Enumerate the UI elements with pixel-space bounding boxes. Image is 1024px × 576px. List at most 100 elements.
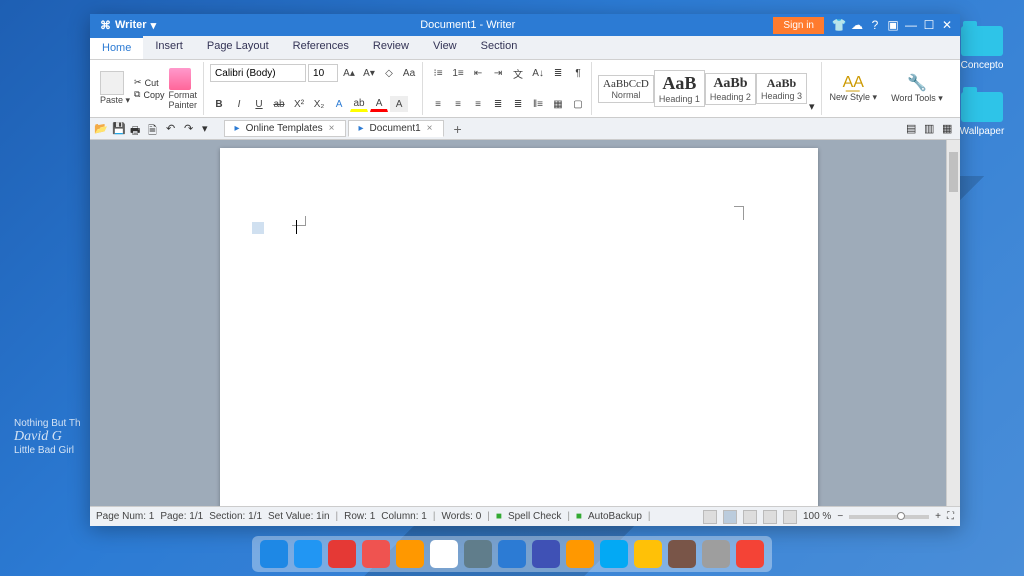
grow-font-icon[interactable]: A▴ [340, 65, 358, 81]
zoom-in-button[interactable]: + [935, 511, 941, 522]
desktop-folder-wallpaper[interactable]: Wallpaper [952, 92, 1012, 137]
cut-button[interactable]: ✂Cut [134, 77, 164, 88]
style-heading-3[interactable]: AaBbHeading 3 [756, 73, 807, 104]
text-effect-icon[interactable]: A [330, 96, 348, 112]
dock-app-4[interactable] [396, 540, 424, 568]
borders-icon[interactable]: ▢ [569, 96, 587, 112]
italic-button[interactable]: I [230, 96, 248, 112]
superscript-button[interactable]: X² [290, 96, 308, 112]
dock-app-10[interactable] [600, 540, 628, 568]
redo-icon[interactable]: ↷ [184, 122, 198, 136]
case-icon[interactable]: Aa [400, 65, 418, 81]
fit-page-icon[interactable]: ⛶ [947, 511, 954, 522]
dock-app-6[interactable] [464, 540, 492, 568]
styles-more-icon[interactable]: ▾ [807, 98, 817, 115]
align-right-icon[interactable]: ≡ [469, 96, 487, 112]
font-color-icon[interactable]: A [370, 96, 388, 112]
dock-app-5[interactable] [430, 540, 458, 568]
ribbon-toggle-icon[interactable]: ▣ [884, 18, 902, 32]
word-tools-button[interactable]: 🔧Word Tools ▾ [885, 62, 949, 115]
dock-app-12[interactable] [668, 540, 696, 568]
status-words[interactable]: Words: 0 [441, 511, 481, 522]
font-family-select[interactable] [210, 64, 306, 82]
numbering-icon[interactable]: 1≡ [449, 65, 467, 81]
dock-app-3[interactable] [362, 540, 390, 568]
document-page[interactable] [220, 148, 818, 506]
underline-button[interactable]: U [250, 96, 268, 112]
nav-pane-icon[interactable]: ▤ [906, 122, 920, 136]
hide-pane-icon[interactable]: ▦ [942, 122, 956, 136]
menu-page-layout[interactable]: Page Layout [195, 36, 281, 59]
undo-icon[interactable]: ↶ [166, 122, 180, 136]
outline-icon[interactable]: ≣ [549, 65, 567, 81]
dock-app-1[interactable] [294, 540, 322, 568]
copy-button[interactable]: ⧉Copy [134, 89, 164, 100]
app-menu[interactable]: ⌘Writer▾ [94, 19, 162, 32]
tshirt-icon[interactable]: 👕 [830, 18, 848, 32]
menu-references[interactable]: References [281, 36, 361, 59]
show-marks-icon[interactable]: ¶ [569, 65, 587, 81]
help-icon[interactable]: ? [866, 18, 884, 32]
vertical-scrollbar[interactable] [946, 140, 960, 506]
highlight-icon[interactable]: ab [350, 96, 368, 112]
justify-icon[interactable]: ≣ [489, 96, 507, 112]
shrink-font-icon[interactable]: A▾ [360, 65, 378, 81]
style-heading-2[interactable]: AaBbHeading 2 [705, 73, 756, 105]
dock-app-0[interactable] [260, 540, 288, 568]
paragraph-handle-icon[interactable] [252, 222, 264, 234]
cloud-icon[interactable]: ☁ [848, 18, 866, 32]
distribute-icon[interactable]: ≣ [509, 96, 527, 112]
shading-para-icon[interactable]: ▦ [549, 96, 567, 112]
style-heading-1[interactable]: AaBHeading 1 [654, 70, 705, 107]
status-autobackup[interactable]: AutoBackup [588, 511, 642, 522]
view-reading-icon[interactable] [763, 510, 777, 524]
status-spellcheck[interactable]: Spell Check [508, 511, 561, 522]
maximize-button[interactable]: ☐ [920, 18, 938, 32]
view-page-icon[interactable] [703, 510, 717, 524]
zoom-slider[interactable] [849, 515, 929, 519]
menu-insert[interactable]: Insert [143, 36, 195, 59]
format-painter-button[interactable]: FormatPainter [167, 67, 200, 111]
dock-app-14[interactable] [736, 540, 764, 568]
text-direction-icon[interactable]: 文 [509, 65, 527, 81]
paste-button[interactable]: Paste ▾ [98, 70, 132, 107]
font-size-select[interactable] [308, 64, 338, 82]
print-preview-icon[interactable]: 🗎 [148, 122, 162, 136]
bold-button[interactable]: B [210, 96, 228, 112]
desktop-folder-concepto[interactable]: Concepto [952, 26, 1012, 71]
view-outline-icon[interactable] [723, 510, 737, 524]
inc-indent-icon[interactable]: ⇥ [489, 65, 507, 81]
dock-app-13[interactable] [702, 540, 730, 568]
strike-button[interactable]: ab [270, 96, 288, 112]
close-button[interactable]: ✕ [938, 18, 956, 32]
task-pane-icon[interactable]: ▥ [924, 122, 938, 136]
subscript-button[interactable]: X₂ [310, 96, 328, 112]
align-left-icon[interactable]: ≡ [429, 96, 447, 112]
dock-app-2[interactable] [328, 540, 356, 568]
menu-view[interactable]: View [421, 36, 469, 59]
clear-format-icon[interactable]: ◇ [380, 65, 398, 81]
bullets-icon[interactable]: ⁝≡ [429, 65, 447, 81]
save-icon[interactable]: 💾 [112, 122, 126, 136]
new-style-button[interactable]: A͟ANew Style ▾ [824, 62, 884, 115]
qat-more-icon[interactable]: ▾ [202, 122, 208, 135]
eye-protect-icon[interactable] [783, 510, 797, 524]
minimize-button[interactable]: — [902, 18, 920, 32]
doc-tab-document1[interactable]: ▸Document1× [348, 120, 444, 137]
status-pagenum[interactable]: Page Num: 1 [96, 511, 154, 522]
doc-tab-online-templates[interactable]: ▸Online Templates× [224, 120, 346, 137]
dock-app-8[interactable] [532, 540, 560, 568]
menu-home[interactable]: Home [90, 36, 143, 59]
align-center-icon[interactable]: ≡ [449, 96, 467, 112]
open-icon[interactable]: 📂 [94, 122, 108, 136]
signin-button[interactable]: Sign in [773, 17, 824, 34]
new-tab-button[interactable]: + [454, 121, 462, 137]
menu-review[interactable]: Review [361, 36, 421, 59]
view-web-icon[interactable] [743, 510, 757, 524]
dec-indent-icon[interactable]: ⇤ [469, 65, 487, 81]
menu-section[interactable]: Section [469, 36, 530, 59]
style-normal[interactable]: AaBbCcDNormal [598, 75, 654, 103]
status-page[interactable]: Page: 1/1 [160, 511, 203, 522]
close-tab-icon[interactable]: × [329, 123, 335, 134]
shading-icon[interactable]: A [390, 96, 408, 112]
